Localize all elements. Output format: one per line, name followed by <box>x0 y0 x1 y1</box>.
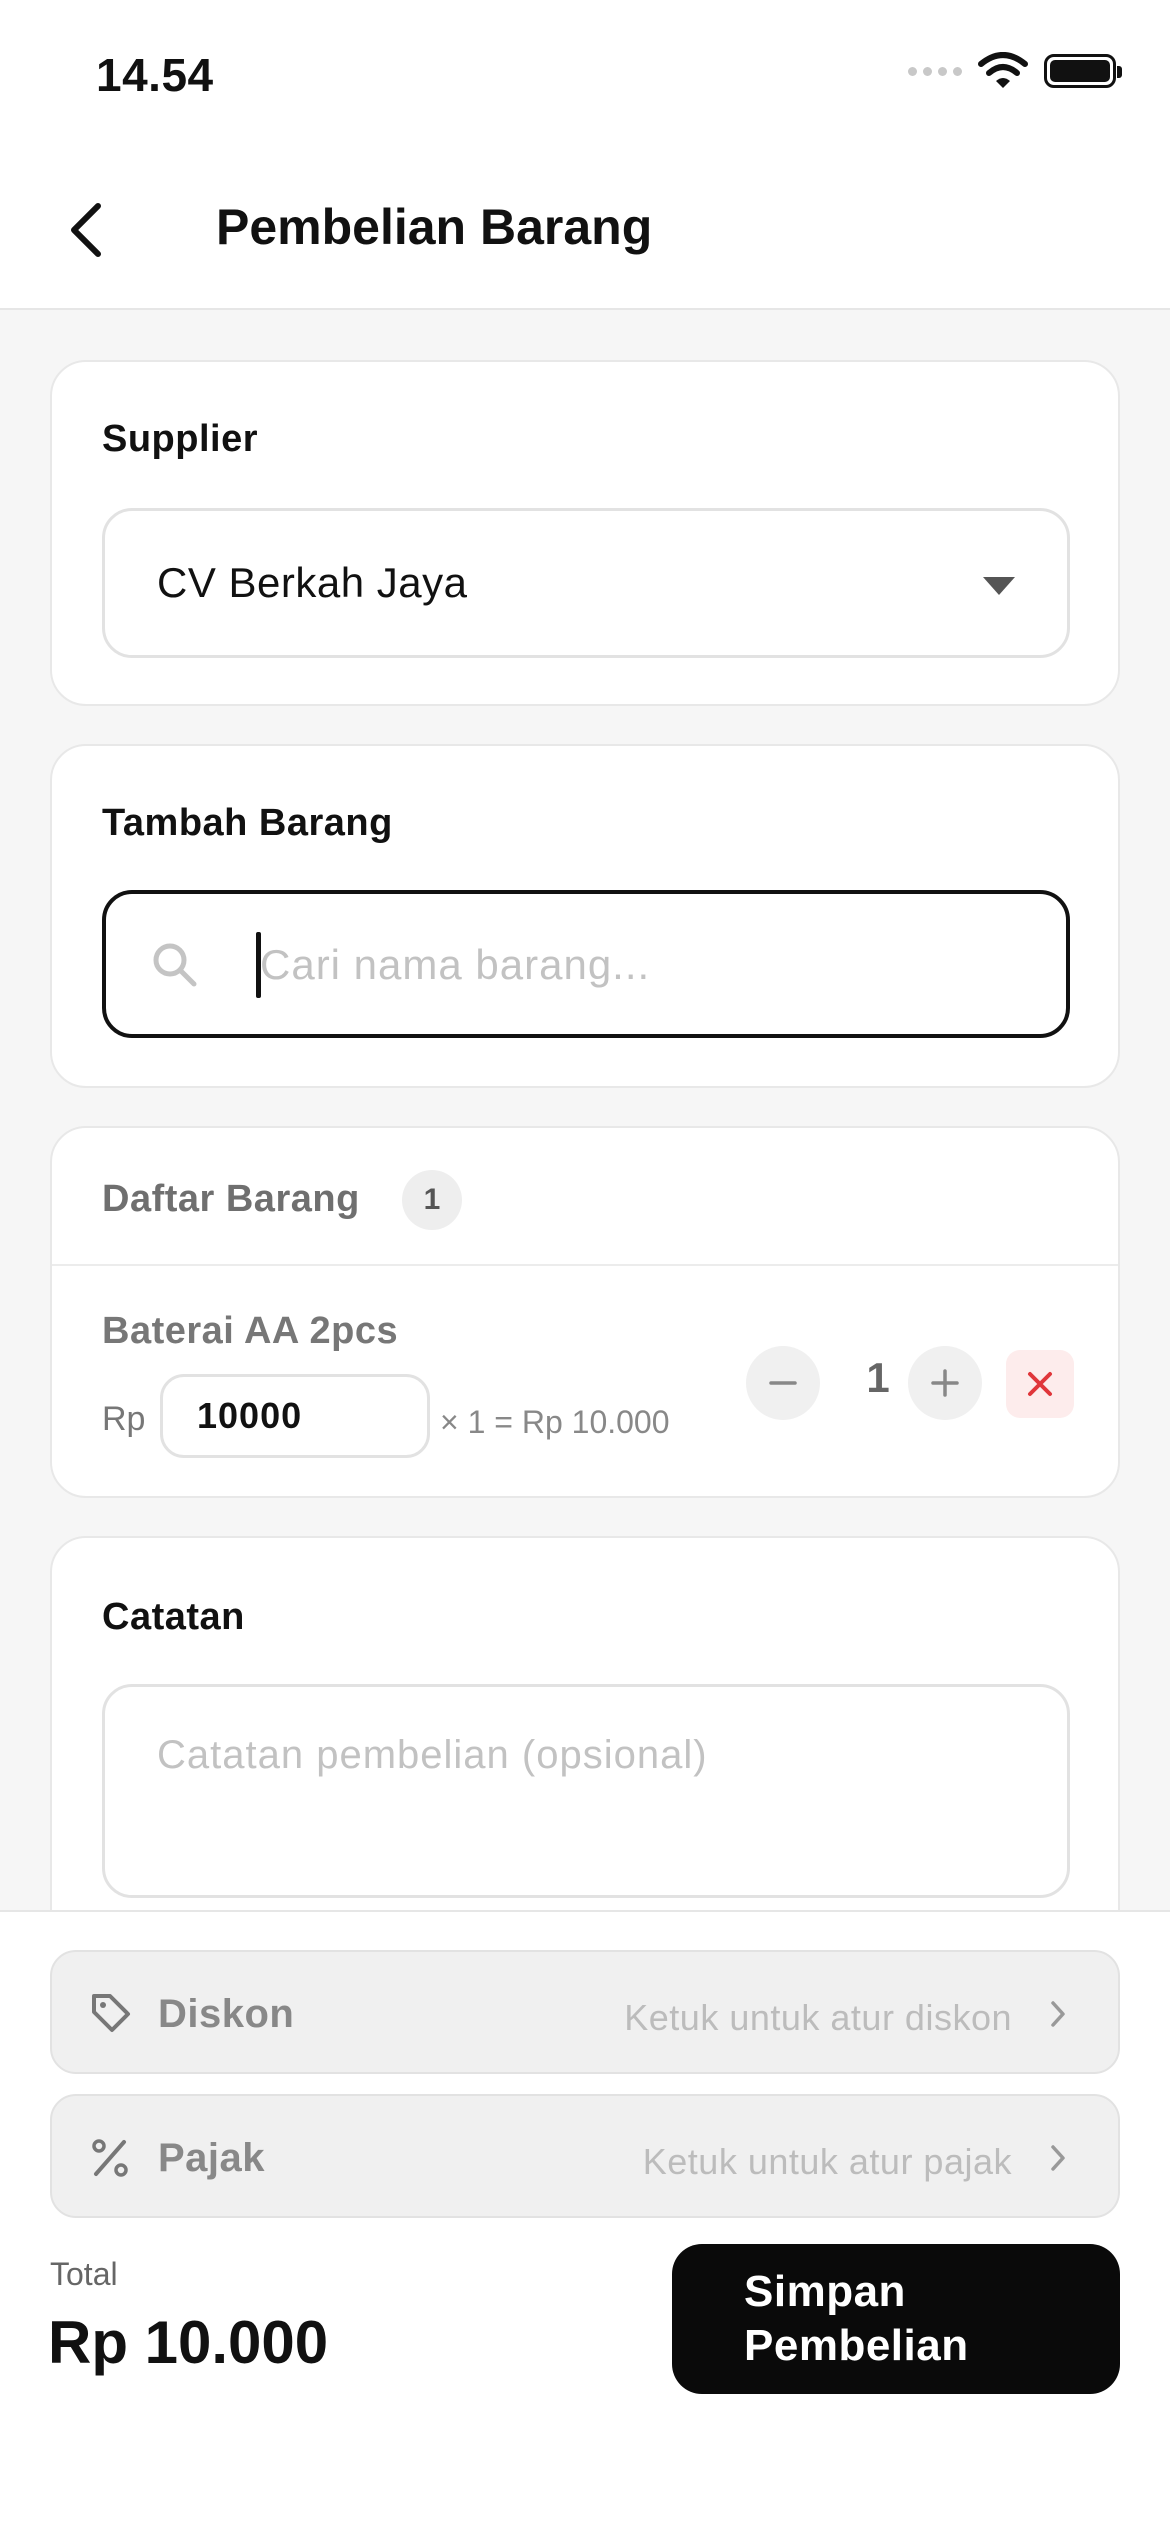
status-icons <box>908 52 1122 90</box>
bottom-panel: Diskon Ketuk untuk atur diskon Pajak Ket… <box>0 1910 1170 2532</box>
supplier-label: Supplier <box>102 418 259 460</box>
minus-icon <box>769 1381 797 1385</box>
cellular-signal-icon <box>908 66 962 76</box>
item-count-badge: 1 <box>402 1170 462 1230</box>
chevron-right-icon <box>1051 2001 1065 2027</box>
save-purchase-button[interactable]: Simpan Pembelian <box>672 2244 1120 2394</box>
add-item-label: Tambah Barang <box>102 802 393 844</box>
currency-label: Rp <box>102 1400 146 1438</box>
notes-input[interactable] <box>102 1684 1070 1898</box>
item-search-box[interactable] <box>102 890 1070 1038</box>
app-header: Pembelian Barang <box>0 150 1170 310</box>
item-quantity: 1 <box>866 1354 890 1401</box>
notes-label: Catatan <box>102 1596 245 1638</box>
close-icon <box>1028 1372 1052 1396</box>
plus-icon <box>931 1369 959 1397</box>
tax-label: Pajak <box>158 2136 266 2180</box>
page-title: Pembelian Barang <box>216 199 653 255</box>
chevron-left-icon <box>71 203 101 257</box>
item-name: Baterai AA 2pcs <box>102 1310 399 1352</box>
discount-label: Diskon <box>158 1992 295 2036</box>
percent-icon <box>92 2139 128 2177</box>
divider <box>52 1264 1118 1266</box>
search-input[interactable] <box>260 930 1020 1000</box>
item-list-label: Daftar Barang <box>102 1178 360 1220</box>
tag-icon <box>92 1994 130 2032</box>
supplier-card: Supplier CV Berkah Jaya <box>50 360 1120 706</box>
discount-row[interactable]: Diskon Ketuk untuk atur diskon <box>50 1950 1120 2074</box>
caret-down-icon <box>983 577 1015 595</box>
discount-hint: Ketuk untuk atur diskon <box>624 1997 1012 2038</box>
status-bar: 14.54 <box>0 0 1170 150</box>
back-button[interactable] <box>56 195 116 265</box>
decrease-quantity-button[interactable] <box>746 1346 820 1420</box>
supplier-selected-value: CV Berkah Jaya <box>157 559 468 606</box>
search-icon <box>153 943 197 987</box>
status-time: 14.54 <box>96 49 214 101</box>
add-item-card: Tambah Barang <box>50 744 1120 1088</box>
total-value: Rp 10.000 <box>48 2309 329 2376</box>
wifi-icon <box>978 52 1028 88</box>
total-caption: Total <box>50 2256 118 2292</box>
tax-row[interactable]: Pajak Ketuk untuk atur pajak <box>50 2094 1120 2218</box>
item-price-input[interactable] <box>160 1374 430 1458</box>
item-list-card: Daftar Barang 1 Baterai AA 2pcs Rp × 1 =… <box>50 1126 1120 1498</box>
remove-item-button[interactable] <box>1006 1350 1074 1418</box>
increase-quantity-button[interactable] <box>908 1346 982 1420</box>
battery-icon <box>1044 54 1122 88</box>
chevron-right-icon <box>1051 2145 1065 2171</box>
supplier-select[interactable]: CV Berkah Jaya <box>102 508 1070 658</box>
item-line-total: × 1 = Rp 10.000 <box>440 1404 670 1440</box>
tax-hint: Ketuk untuk atur pajak <box>642 2141 1012 2182</box>
